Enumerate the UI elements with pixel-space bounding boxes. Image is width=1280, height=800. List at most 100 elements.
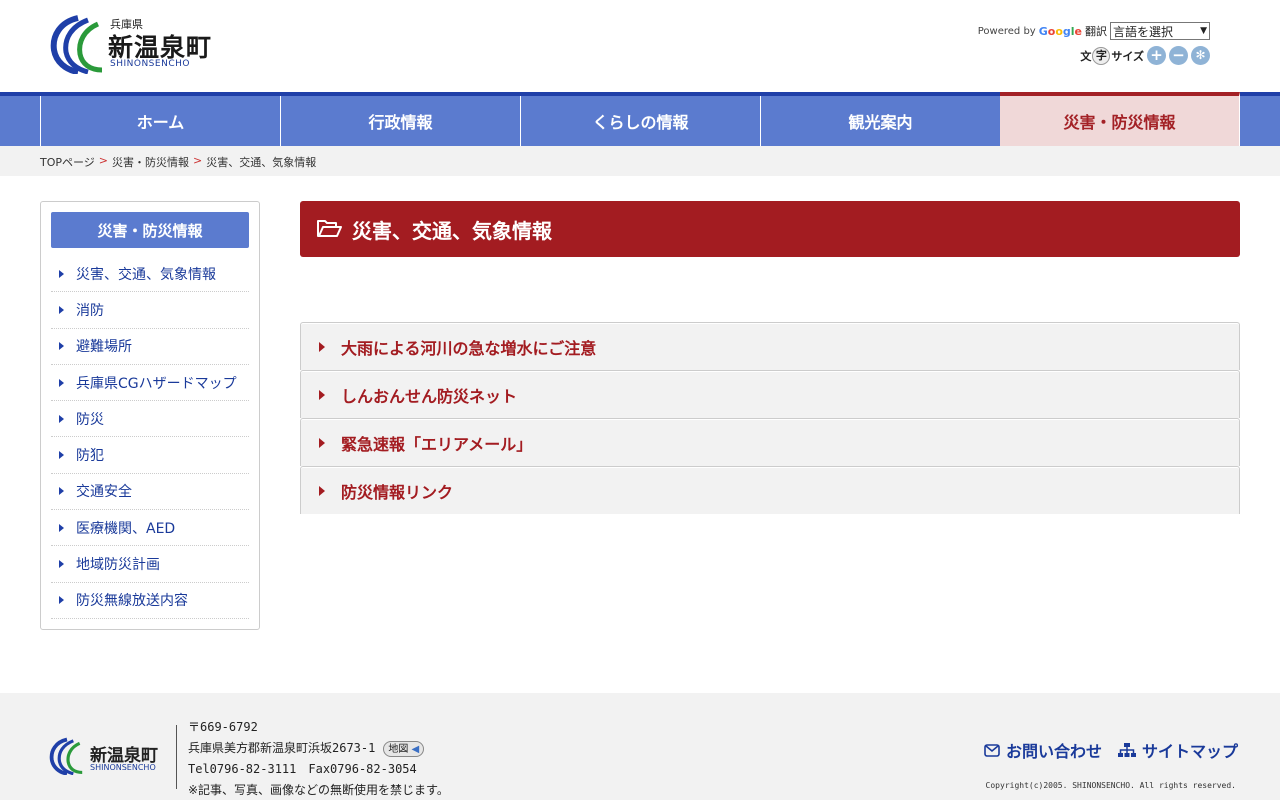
sitemap-link-label: サイトマップ <box>1141 742 1238 761</box>
caret-right-icon <box>59 523 64 532</box>
site-footer: 新温泉町 SHINONSENCHO 〒669-6792 兵庫県美方郡新温泉町浜坂… <box>0 693 1280 800</box>
speaker-icon: ◀ <box>411 743 420 755</box>
sidebar-item-label: 医療機関、AED <box>76 520 176 537</box>
caret-right-icon <box>59 342 64 351</box>
caret-right-icon <box>59 596 64 605</box>
caret-right-icon <box>319 341 325 352</box>
site-logo[interactable]: 兵庫県 新温泉町 SHINONSENCHO <box>48 14 228 76</box>
sidebar-item[interactable]: 交通安全 <box>51 474 249 511</box>
footer-address: 〒669-6792 兵庫県美方郡新温泉町浜坂2673-1 地図 ◀ Tel0796… <box>188 717 449 800</box>
sidebar-item[interactable]: 避難場所 <box>51 329 249 365</box>
accordion-item[interactable]: しんおんせん防災ネット <box>300 370 1240 418</box>
caret-right-icon <box>59 378 64 387</box>
chevron-down-icon: ▼ <box>1200 26 1207 36</box>
caret-right-icon <box>59 414 64 423</box>
copyright: Copyright(c)2005. SHINONSENCHO. All righ… <box>985 781 1236 790</box>
accordion-label: 防災情報リンク <box>341 482 454 502</box>
breadcrumb-separator: > <box>98 154 109 167</box>
accordion-label: 緊急速報「エリアメール」 <box>341 434 533 454</box>
translate-label: 翻訳 <box>1085 25 1107 38</box>
footer-address-line: 兵庫県美方郡新温泉町浜坂2673-1 地図 ◀ <box>188 738 449 759</box>
footer-links: お問い合わせ サイトマップ <box>984 738 1238 762</box>
footer-divider <box>176 725 177 789</box>
caret-right-icon <box>59 560 64 569</box>
logo-mark-icon <box>50 15 103 74</box>
folder-open-icon <box>317 220 342 237</box>
sidebar-item[interactable]: 医療機関、AED <box>51 510 249 547</box>
sidebar-item-label: 地域防災計画 <box>76 557 160 574</box>
footer-logo-roman: SHINONSENCHO <box>90 763 156 772</box>
accordion-item[interactable]: 緊急速報「エリアメール」 <box>300 418 1240 466</box>
footer-logo[interactable]: 新温泉町 SHINONSENCHO <box>48 737 178 777</box>
breadcrumb-current: 災害、交通、気象情報 <box>206 156 317 169</box>
page-heading: 災害、交通、気象情報 <box>300 201 1240 257</box>
logo-roman: SHINONSENCHO <box>110 59 190 69</box>
accordion-label: しんおんせん防災ネット <box>341 386 518 406</box>
breadcrumb-top[interactable]: TOPページ <box>40 154 95 170</box>
sidebar-item[interactable]: 防犯 <box>51 437 249 474</box>
sidebar-item-label: 災害、交通、気象情報 <box>76 266 216 283</box>
breadcrumb-bar: TOPページ > 災害・防災情報 > 災害、交通、気象情報 <box>0 146 1280 176</box>
font-size-label-ji: 字 <box>1092 46 1111 65</box>
caret-right-icon <box>319 389 325 400</box>
footer-postal: 〒669-6792 <box>188 720 258 734</box>
translate-widget: Powered by Google 翻訳 言語を選択 ▼ <box>978 22 1210 40</box>
footer-notice: ※記事、写真、画像などの無断使用を禁じます。 <box>188 783 449 797</box>
caret-right-icon <box>319 437 325 448</box>
language-select[interactable]: 言語を選択 ▼ <box>1110 22 1210 40</box>
font-size-label-post: サイズ <box>1111 49 1144 63</box>
page-title: 災害、交通、気象情報 <box>352 218 552 243</box>
sidebar-item-label: 兵庫県CGハザードマップ <box>76 375 237 392</box>
sidebar-item[interactable]: 兵庫県CGハザードマップ <box>51 365 249 402</box>
caret-right-icon <box>59 269 64 278</box>
nav-item-disaster[interactable]: 災害・防災情報 <box>1000 92 1240 146</box>
sidebar-item-label: 防犯 <box>76 448 104 465</box>
font-size-label-pre: 文 <box>1080 49 1092 63</box>
google-logo: Google <box>1038 24 1082 38</box>
font-size-label: 文字サイズ <box>1080 46 1144 65</box>
header-utilities: Powered by Google 翻訳 言語を選択 ▼ 文字サイズ + − ✻ <box>970 22 1210 72</box>
font-reset-icon[interactable]: ✻ <box>1191 46 1210 65</box>
font-increase-icon[interactable]: + <box>1147 46 1166 65</box>
breadcrumb-separator: > <box>193 154 203 167</box>
accordion: 大雨による河川の急な増水にご注意 しんおんせん防災ネット 緊急速報「エリアメール… <box>300 322 1240 514</box>
sidebar-item[interactable]: 災害、交通、気象情報 <box>51 256 249 293</box>
sidebar-title[interactable]: 災害・防災情報 <box>51 212 249 248</box>
sidebar-item[interactable]: 地域防災計画 <box>51 546 249 583</box>
sidebar: 災害・防災情報 災害、交通、気象情報 消防 避難場所 兵庫県CGハザードマップ … <box>40 201 260 630</box>
caret-right-icon <box>59 305 64 314</box>
font-size-controls: 文字サイズ + − ✻ <box>1080 46 1210 65</box>
logo-mark-icon <box>49 737 83 775</box>
powered-by-label: Powered by <box>977 25 1036 37</box>
font-decrease-icon[interactable]: − <box>1169 46 1188 65</box>
accordion-item[interactable]: 防災情報リンク <box>300 466 1240 514</box>
breadcrumb-disaster[interactable]: 災害・防災情報 <box>112 154 189 170</box>
breadcrumb: TOPページ > 災害・防災情報 > 災害、交通、気象情報 <box>40 154 316 170</box>
sidebar-item-label: 消防 <box>76 302 104 319</box>
nav-item-administration[interactable]: 行政情報 <box>280 96 520 146</box>
nav-item-tourism[interactable]: 観光案内 <box>760 96 1000 146</box>
contact-link[interactable]: お問い合わせ <box>984 738 1102 762</box>
footer-phone: Tel0796-82-3111 Fax0796-82-3054 <box>188 762 417 776</box>
nav-item-home[interactable]: ホーム <box>40 96 280 146</box>
mail-icon <box>984 743 1000 757</box>
caret-right-icon <box>319 485 325 496</box>
map-button-label: 地図 <box>388 743 409 755</box>
map-button[interactable]: 地図 ◀ <box>383 740 425 757</box>
contact-link-label: お問い合わせ <box>1005 742 1102 761</box>
caret-right-icon <box>59 451 64 460</box>
site-header: 兵庫県 新温泉町 SHINONSENCHO Powered by Google … <box>0 0 1280 92</box>
sidebar-item-label: 避難場所 <box>76 339 132 356</box>
sidebar-item[interactable]: 防災 <box>51 401 249 438</box>
footer-street: 兵庫県美方郡新温泉町浜坂2673-1 <box>188 741 376 755</box>
sidebar-item[interactable]: 防災無線放送内容 <box>51 583 249 619</box>
sidebar-item[interactable]: 消防 <box>51 292 249 329</box>
language-select-value: 言語を選択 <box>1113 24 1174 39</box>
accordion-item[interactable]: 大雨による河川の急な増水にご注意 <box>300 322 1240 370</box>
nav-item-living[interactable]: くらしの情報 <box>520 96 760 146</box>
sitemap-link[interactable]: サイトマップ <box>1117 738 1238 762</box>
accordion-label: 大雨による河川の急な増水にご注意 <box>341 338 597 358</box>
sidebar-item-label: 防災 <box>76 411 104 428</box>
caret-right-icon <box>59 487 64 496</box>
sidebar-item-label: 交通安全 <box>76 484 132 501</box>
